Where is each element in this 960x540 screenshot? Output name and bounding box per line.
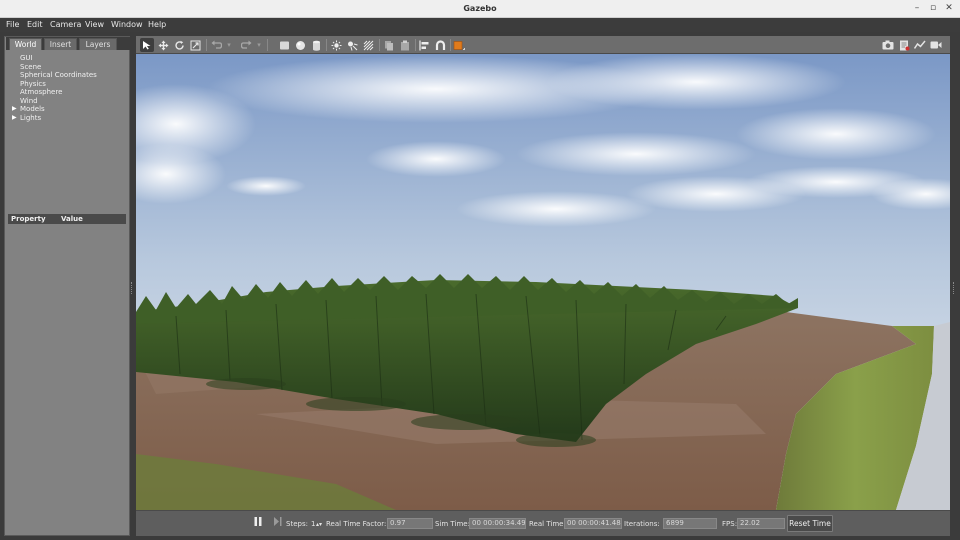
copy-icon[interactable] — [382, 38, 396, 52]
menu-file[interactable]: File — [6, 20, 19, 29]
tree-item-label: Models — [20, 105, 45, 113]
title-bar: Gazebo – ▫ ✕ — [0, 0, 960, 18]
fps-field: 22.02 — [737, 518, 785, 529]
property-table-header: Property Value — [8, 214, 126, 224]
scale-mode-icon[interactable] — [188, 38, 202, 52]
menu-window[interactable]: Window — [111, 20, 143, 29]
tree-item-spherical-coordinates[interactable]: Spherical Coordinates — [11, 71, 126, 80]
left-panel: World Insert Layers GUI Scene Spherical … — [4, 36, 130, 536]
menu-view[interactable]: View — [85, 20, 104, 29]
paste-icon[interactable] — [398, 38, 412, 52]
tree-item-models[interactable]: ▶ Models — [11, 105, 126, 114]
toolbar-separator — [450, 39, 451, 51]
reset-time-button[interactable]: Reset Time — [787, 515, 833, 532]
directional-light-icon[interactable] — [361, 38, 375, 52]
tree-item-label: GUI — [20, 54, 33, 62]
snap-magnet-icon[interactable] — [433, 38, 447, 52]
menu-edit[interactable]: Edit — [27, 20, 43, 29]
screenshot-camera-icon[interactable] — [881, 38, 895, 52]
panel-splitter[interactable] — [130, 36, 135, 536]
pause-icon — [254, 517, 262, 526]
tree-item-wind[interactable]: Wind — [11, 97, 126, 106]
tree-item-label: Atmosphere — [20, 88, 63, 96]
minimize-button[interactable]: – — [911, 3, 923, 13]
tab-layers[interactable]: Layers — [79, 38, 117, 50]
world-tree: GUI Scene Spherical Coordinates Physics … — [11, 54, 126, 122]
window-title: Gazebo — [463, 4, 497, 13]
menu-bar: File Edit Camera View Window Help — [0, 18, 960, 32]
sphere-shape-icon[interactable] — [293, 38, 307, 52]
record-video-icon[interactable] — [929, 38, 943, 52]
value-column-header: Value — [61, 215, 83, 223]
menu-help[interactable]: Help — [148, 20, 166, 29]
select-mode-icon[interactable] — [140, 38, 154, 52]
rtf-label: Real Time Factor: — [326, 520, 387, 528]
toolbar-separator — [326, 39, 327, 51]
tree-item-physics[interactable]: Physics — [11, 80, 126, 89]
tree-item-label: Physics — [20, 79, 46, 88]
splitter-grip[interactable] — [131, 282, 133, 294]
box-shape-icon[interactable] — [277, 38, 291, 52]
steps-spinner-icon[interactable]: ▴▾ — [316, 521, 322, 528]
expand-arrow-icon[interactable]: ▶ — [12, 114, 17, 123]
iterations-label: Iterations: — [624, 520, 660, 528]
undo-icon[interactable] — [209, 38, 223, 52]
fps-label: FPS: — [722, 520, 738, 528]
rtf-field: 0.97 — [387, 518, 433, 529]
tree-item-label: Wind — [20, 96, 38, 105]
change-view-icon[interactable] — [452, 38, 466, 52]
status-bar: Steps: 1 ▴▾ Real Time Factor: 0.97 Sim T… — [136, 510, 950, 536]
tree-item-label: Scene — [20, 62, 42, 71]
tree-item-gui[interactable]: GUI — [11, 54, 126, 63]
panel-tabs: World Insert Layers — [6, 37, 130, 50]
toolbar-separator — [206, 39, 207, 51]
translate-mode-icon[interactable] — [156, 38, 170, 52]
close-button[interactable]: ✕ — [943, 3, 955, 13]
toolbar-separator — [415, 39, 416, 51]
tree-item-label: Spherical Coordinates — [20, 71, 97, 79]
steps-label: Steps: — [286, 520, 308, 528]
right-panel-collapsed — [950, 36, 960, 536]
sim-time-field: 00 00:00:34.495 — [469, 518, 526, 529]
tree-item-label: Lights — [20, 113, 42, 122]
tree-item-scene[interactable]: Scene — [11, 63, 126, 72]
scene-render[interactable] — [136, 54, 950, 510]
steps-value[interactable]: 1 — [311, 520, 315, 528]
step-icon — [274, 517, 282, 526]
property-column-header: Property — [11, 215, 46, 223]
point-light-icon[interactable] — [329, 38, 343, 52]
real-time-field: 00 00:00:41.480 — [564, 518, 622, 529]
tree-item-atmosphere[interactable]: Atmosphere — [11, 88, 126, 97]
plot-icon[interactable] — [913, 38, 927, 52]
spot-light-icon[interactable] — [345, 38, 359, 52]
real-time-label: Real Time: — [529, 520, 566, 528]
tree-item-lights[interactable]: ▶ Lights — [11, 114, 126, 123]
toolbar: ▾ ▾ — [136, 36, 950, 54]
align-icon[interactable] — [417, 38, 431, 52]
tab-world[interactable]: World — [9, 38, 42, 50]
3d-viewport[interactable] — [136, 54, 950, 510]
undo-history-dropdown-icon[interactable]: ▾ — [225, 38, 233, 52]
maximize-button[interactable]: ▫ — [927, 3, 939, 13]
sim-time-label: Sim Time: — [435, 520, 470, 528]
toolbar-separator — [267, 39, 268, 51]
redo-history-dropdown-icon[interactable]: ▾ — [255, 38, 263, 52]
tab-insert[interactable]: Insert — [44, 38, 77, 50]
log-save-icon[interactable] — [897, 38, 911, 52]
cylinder-shape-icon[interactable] — [309, 38, 323, 52]
menu-camera[interactable]: Camera — [50, 20, 81, 29]
iterations-field: 6899 — [663, 518, 717, 529]
pause-button[interactable] — [251, 516, 265, 533]
rotate-mode-icon[interactable] — [172, 38, 186, 52]
redo-icon[interactable] — [239, 38, 253, 52]
step-button[interactable] — [271, 516, 285, 533]
right-splitter-grip[interactable] — [953, 282, 955, 294]
toolbar-separator — [379, 39, 380, 51]
expand-arrow-icon[interactable]: ▶ — [12, 105, 17, 114]
